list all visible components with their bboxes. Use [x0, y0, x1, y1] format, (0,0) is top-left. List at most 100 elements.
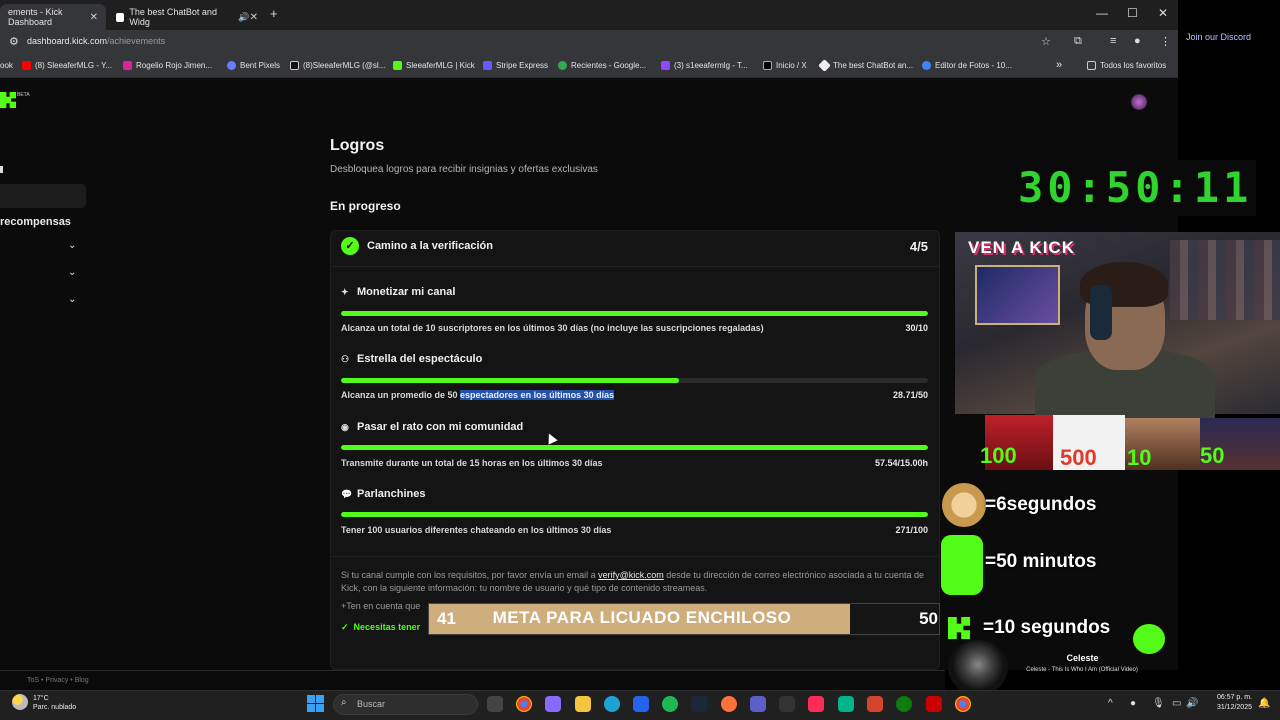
- tab-chatbot[interactable]: The best ChatBot and Widg 🔊 ✕: [108, 4, 266, 30]
- achievement-description: Tener 100 usuarios diferentes chateando …: [341, 525, 612, 535]
- minimize-button[interactable]: —: [1096, 6, 1108, 20]
- sidebar-item-selected[interactable]: [0, 184, 86, 208]
- kick-icon: [393, 61, 402, 70]
- url-field[interactable]: dashboard.kick.com/achievements: [27, 36, 165, 46]
- footer-note: +Ten en cuenta que: [341, 601, 421, 611]
- media-icon[interactable]: ≡: [1110, 35, 1116, 47]
- kick-sub-icon: [941, 535, 983, 595]
- network-icon[interactable]: ▭: [1172, 698, 1181, 709]
- app-icon[interactable]: [838, 696, 854, 712]
- search-placeholder[interactable]: Buscar: [357, 699, 385, 709]
- sidebar-item-rewards[interactable]: recompensas: [0, 216, 71, 228]
- weather-widget[interactable]: 17°C Parc. nublado: [33, 694, 76, 712]
- verified-badge-icon: ✓: [341, 237, 359, 255]
- all-favorites-folder[interactable]: Todos los favoritos: [1087, 61, 1166, 70]
- outlook-icon[interactable]: [633, 696, 649, 712]
- chevron-down-icon[interactable]: ⌄: [68, 294, 76, 305]
- bookmark-item[interactable]: Stripe Express: [483, 61, 548, 70]
- achievement-value: 28.71/50: [892, 390, 928, 400]
- tray-overflow-icon[interactable]: ^: [1108, 698, 1113, 709]
- menu-icon[interactable]: ⋮: [1160, 35, 1171, 48]
- tab-close-icon[interactable]: ✕: [250, 12, 258, 23]
- more-bookmarks-icon[interactable]: »: [1056, 59, 1062, 71]
- album-art: [948, 640, 1008, 695]
- webcam-shelf: [1170, 240, 1280, 320]
- chevron-down-icon[interactable]: ⌄: [68, 267, 76, 278]
- achievement-value: 57.54/15.00h: [874, 458, 928, 468]
- bookmark-item[interactable]: ook: [0, 61, 13, 70]
- task-view-icon[interactable]: [487, 696, 503, 712]
- card-title: Camino a la verificación: [367, 240, 493, 252]
- goal-target: 50: [919, 609, 938, 628]
- weather-icon[interactable]: [12, 694, 28, 710]
- user-avatar[interactable]: [1130, 94, 1148, 110]
- sparkle-icon: ✦: [341, 286, 349, 297]
- webcam-headset: [1090, 285, 1112, 340]
- new-tab-button[interactable]: +: [270, 6, 278, 21]
- bookmark-item[interactable]: Editor de Fotos - 10...: [922, 61, 1012, 70]
- bookmark-item[interactable]: (8) SleeaferMLG - Y...: [22, 61, 112, 70]
- tab-close-icon[interactable]: ✕: [90, 12, 98, 23]
- chat-icon: [1133, 624, 1165, 654]
- notifications-icon[interactable]: 🔔: [1258, 698, 1270, 709]
- google-drive-icon: [558, 61, 567, 70]
- verify-email-link[interactable]: verify@kick.com: [598, 570, 664, 580]
- bookmark-item[interactable]: Bent Pixels: [227, 61, 280, 70]
- chevron-down-icon[interactable]: ⌄: [68, 240, 76, 251]
- start-button[interactable]: [307, 695, 324, 712]
- youtube-icon: [22, 61, 31, 70]
- bookmark-item[interactable]: Recientes - Google...: [558, 61, 646, 70]
- footer-links[interactable]: ToS • Privacy • Blog: [27, 677, 89, 684]
- tray-app-icon[interactable]: ●: [1130, 698, 1136, 709]
- twitch-icon: [661, 61, 670, 70]
- bookmark-item[interactable]: SleeaferMLG | Kick: [393, 61, 475, 70]
- edge-icon[interactable]: [604, 696, 620, 712]
- section-heading: En progreso: [330, 199, 401, 213]
- instagram-icon: [123, 61, 132, 70]
- profile-icon[interactable]: ●: [1134, 35, 1141, 47]
- audio-icon[interactable]: 🔊: [238, 12, 249, 23]
- app-icon[interactable]: [926, 696, 942, 712]
- firefox-icon[interactable]: [721, 696, 737, 712]
- progress-bar: [341, 445, 928, 450]
- chrome-icon[interactable]: [516, 696, 532, 712]
- bookmark-star-icon[interactable]: ☆: [1041, 35, 1051, 48]
- system-clock[interactable]: 06:57 p. m. 31/12/2025: [1200, 693, 1252, 713]
- close-window-button[interactable]: ✕: [1158, 6, 1168, 20]
- tiktok-live-icon[interactable]: [808, 696, 824, 712]
- achievement-title: ⚇ Estrella del espectáculo: [341, 353, 483, 365]
- bookmark-item[interactable]: Rogelio Rojo Jimen...: [123, 61, 212, 70]
- bookmark-item[interactable]: (3) s1eeafermlg - T...: [661, 61, 748, 70]
- subathon-timer: 30:50:11: [1018, 163, 1253, 212]
- extensions-icon[interactable]: ⧉: [1074, 35, 1082, 48]
- now-playing-artist: Celeste: [1066, 653, 1099, 663]
- sidebar-item-marker[interactable]: [0, 166, 3, 173]
- tab-label: ements - Kick Dashboard: [8, 7, 63, 27]
- copilot-icon[interactable]: [545, 696, 561, 712]
- site-settings-icon[interactable]: ⚙: [9, 35, 19, 48]
- taskbar-search[interactable]: [333, 694, 478, 715]
- search-icon: ⌕: [341, 697, 347, 708]
- spotify-icon[interactable]: [662, 696, 678, 712]
- bookmark-item[interactable]: The best ChatBot an...: [818, 59, 913, 72]
- goal-title: META PARA LICUADO ENCHILOSO: [492, 608, 792, 627]
- tab-label: The best ChatBot and Widg: [129, 7, 217, 27]
- app-icon[interactable]: [867, 696, 883, 712]
- steam-icon[interactable]: [691, 696, 707, 712]
- maximize-button[interactable]: ☐: [1127, 6, 1138, 20]
- volume-icon[interactable]: 🔊: [1186, 698, 1198, 709]
- chrome-icon[interactable]: [955, 696, 971, 712]
- microphone-icon[interactable]: 🎙: [1152, 698, 1165, 709]
- xbox-icon[interactable]: [896, 696, 912, 712]
- file-explorer-icon[interactable]: [575, 696, 591, 712]
- page-footer-strip: [0, 670, 945, 690]
- rate-text: =50 minutos: [985, 551, 1097, 572]
- obs-icon[interactable]: [779, 696, 795, 712]
- bookmark-item[interactable]: (8)SleeaferMLG (@sl...: [290, 61, 385, 70]
- discord-link[interactable]: Join our Discord: [1178, 30, 1280, 50]
- achievement-description: Alcanza un total de 10 suscriptores en l…: [341, 323, 764, 333]
- address-bar[interactable]: ⚙ dashboard.kick.com/achievements ☆ ⧉ ≡ …: [0, 30, 1178, 54]
- tab-kick-dashboard[interactable]: ements - Kick Dashboard ✕: [0, 4, 106, 30]
- teams-icon[interactable]: [750, 696, 766, 712]
- bookmark-item[interactable]: Inicio / X: [763, 61, 807, 70]
